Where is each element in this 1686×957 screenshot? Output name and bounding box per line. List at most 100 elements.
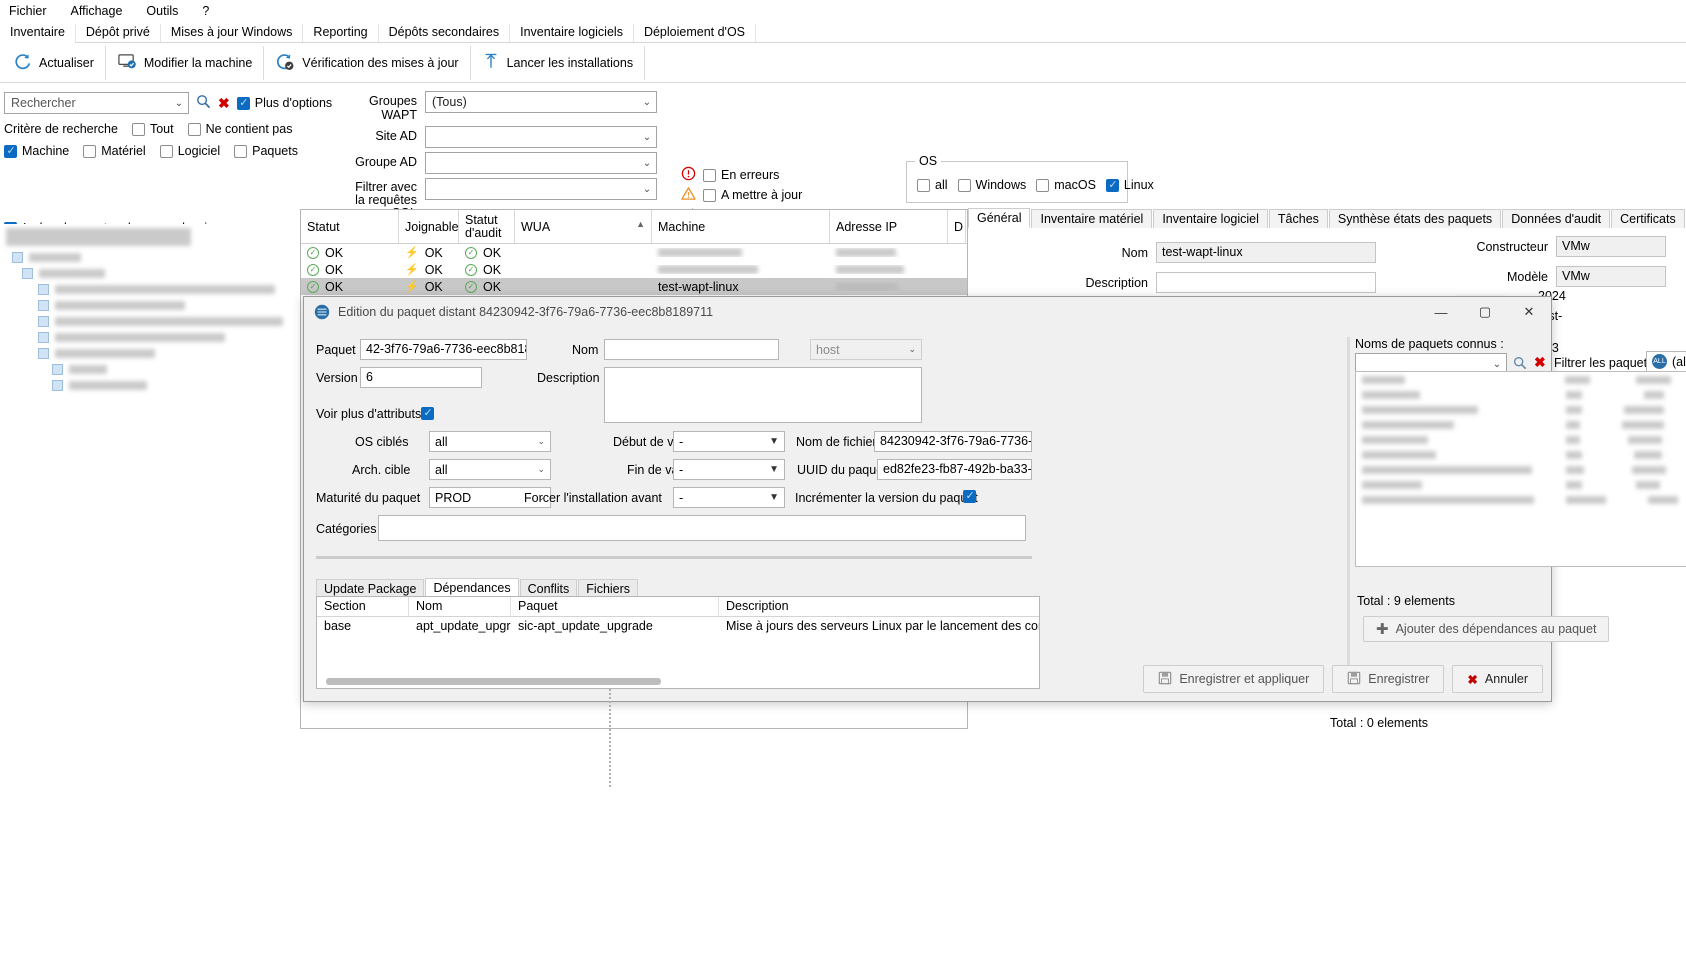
chevron-down-icon[interactable]: ⌄ <box>170 98 188 109</box>
tab-reporting[interactable]: Reporting <box>303 24 378 42</box>
tree-item[interactable] <box>12 268 292 279</box>
minimize-button[interactable]: — <box>1419 297 1463 327</box>
table-row[interactable]: ✓OK ⚡OK ✓OK test-wapt-linux <box>301 278 967 295</box>
tab-depots-secondaires[interactable]: Dépôts secondaires <box>379 24 510 42</box>
more-options-checkbox[interactable]: Plus d'options <box>237 96 332 110</box>
menu-item-affichage[interactable]: Affichage <box>68 3 126 19</box>
chevron-down-icon[interactable]: ⌄ <box>1488 359 1506 370</box>
tab-inventaire-logiciel[interactable]: Inventaire logiciel <box>1153 209 1268 228</box>
chevron-down-icon[interactable]: ⌄ <box>638 158 656 169</box>
scope-machine-checkbox[interactable]: Machine <box>4 144 69 158</box>
tab-synthese-etats-paquets[interactable]: Synthèse états des paquets <box>1329 209 1501 228</box>
filter-en-erreurs-check[interactable] <box>703 169 716 182</box>
package-type-select[interactable]: host ⌄ <box>810 339 922 360</box>
nom-field[interactable]: test-wapt-linux <box>1156 242 1376 263</box>
modele-field[interactable]: VMw <box>1556 266 1666 287</box>
tab-inventaire-logiciels[interactable]: Inventaire logiciels <box>510 24 634 42</box>
folder-tree-panel[interactable] <box>0 224 292 724</box>
known-packages-list[interactable] <box>1355 371 1686 567</box>
criteria-ne-contient-pas-checkbox[interactable]: Ne contient pas <box>188 122 293 136</box>
os-all-checkbox[interactable]: all <box>917 178 948 192</box>
os-all-check[interactable] <box>917 179 930 192</box>
scope-logiciel-checkbox[interactable]: Logiciel <box>160 144 220 158</box>
tree-item[interactable] <box>12 300 292 311</box>
chevron-down-icon[interactable]: ⌄ <box>638 184 656 195</box>
table-row[interactable]: ✓OK ⚡OK ✓OK <box>301 261 967 278</box>
column-section[interactable]: Section <box>317 597 409 616</box>
list-item[interactable] <box>1356 372 1686 387</box>
paquet-field[interactable]: 42-3f76-79a6-7736-eec8b8189711 <box>360 339 527 360</box>
tree-item[interactable] <box>12 380 292 391</box>
site-ad-select[interactable]: ⌄ <box>425 126 657 148</box>
column-wua[interactable]: WUA ▲ <box>515 210 652 243</box>
dialog-title-bar[interactable]: Edition du paquet distant 84230942-3f76-… <box>304 297 1551 327</box>
chevron-down-icon[interactable]: ⌄ <box>638 97 656 108</box>
list-item[interactable] <box>1356 462 1686 477</box>
sql-filter-select[interactable]: ⌄ <box>425 178 657 200</box>
list-item[interactable] <box>1356 432 1686 447</box>
tab-certificats[interactable]: Certificats <box>1611 209 1685 228</box>
column-statut-audit[interactable]: Statut d'audit <box>459 210 515 243</box>
tab-general[interactable]: Général <box>968 208 1030 228</box>
tree-item[interactable] <box>12 316 292 327</box>
os-linux-checkbox[interactable]: Linux <box>1106 178 1154 192</box>
launch-install-button[interactable]: Lancer les installations <box>473 46 642 80</box>
scope-materiel-checkbox[interactable]: Matériel <box>83 144 145 158</box>
debut-validite-select[interactable]: - ▼ <box>673 431 785 452</box>
os-macos-check[interactable] <box>1036 179 1049 192</box>
tree-search-field[interactable] <box>6 228 191 246</box>
os-windows-check[interactable] <box>958 179 971 192</box>
fin-validite-select[interactable]: - ▼ <box>673 459 785 480</box>
filter-a-mettre-a-jour-check[interactable] <box>703 189 716 202</box>
list-item[interactable] <box>1356 447 1686 462</box>
uuid-paquet-field[interactable]: ed82fe23-fb87-492b-ba33-f33c <box>877 459 1032 480</box>
tab-depot-prive[interactable]: Dépôt privé <box>76 24 161 42</box>
subtab-dependances[interactable]: Dépendances <box>425 578 518 598</box>
column-statut[interactable]: Statut <box>301 210 399 243</box>
table-row[interactable]: ✓OK ⚡OK ✓OK <box>301 244 967 261</box>
groupe-ad-select[interactable]: ⌄ <box>425 152 657 174</box>
column-paquet[interactable]: Paquet <box>511 597 719 616</box>
column-nom[interactable]: Nom <box>409 597 511 616</box>
os-linux-check[interactable] <box>1106 179 1119 192</box>
constructeur-field[interactable]: VMw <box>1556 236 1666 257</box>
criteria-tout-checkbox[interactable]: Tout <box>132 122 174 136</box>
description-field[interactable] <box>1156 272 1376 293</box>
description-textarea[interactable] <box>604 367 922 423</box>
horizontal-scrollbar[interactable] <box>326 678 661 685</box>
filter-en-erreurs-checkbox[interactable]: En erreurs <box>703 168 779 182</box>
search-input[interactable]: Rechercher ⌄ <box>4 92 189 114</box>
tab-inventaire[interactable]: Inventaire <box>0 24 76 42</box>
list-item[interactable] <box>1356 402 1686 417</box>
chevron-down-icon[interactable]: ▼ <box>769 436 779 447</box>
scope-machine-check[interactable] <box>4 145 17 158</box>
search-icon[interactable] <box>196 94 211 112</box>
save-button[interactable]: Enregistrer <box>1332 665 1444 693</box>
column-adresse-ip[interactable]: Adresse IP <box>830 210 948 243</box>
increment-version-check[interactable] <box>963 490 976 503</box>
chevron-down-icon[interactable]: ▼ <box>769 492 779 503</box>
dependencies-table[interactable]: Section Nom Paquet Description base apt_… <box>316 596 1040 689</box>
clear-filter-icon[interactable]: ✖ <box>1534 354 1546 371</box>
arch-cible-select[interactable]: all ⌄ <box>429 459 551 480</box>
tab-taches[interactable]: Tâches <box>1269 209 1328 228</box>
column-machine[interactable]: Machine <box>652 210 830 243</box>
nom-field[interactable] <box>604 339 779 360</box>
tree-item[interactable] <box>12 364 292 375</box>
tree-item[interactable] <box>12 332 292 343</box>
scope-materiel-check[interactable] <box>83 145 96 158</box>
chevron-down-icon[interactable]: ⌄ <box>537 464 545 475</box>
groupes-wapt-select[interactable]: (Tous) ⌄ <box>425 91 657 113</box>
tab-mises-a-jour-windows[interactable]: Mises à jour Windows <box>161 24 304 42</box>
scope-paquets-check[interactable] <box>234 145 247 158</box>
menu-item-fichier[interactable]: Fichier <box>6 3 50 19</box>
version-field[interactable]: 6 <box>360 367 482 388</box>
categories-field[interactable] <box>378 515 1026 541</box>
column-joignable[interactable]: Joignable <box>399 210 459 243</box>
tree-item[interactable] <box>12 284 292 295</box>
nom-fichier-field[interactable]: 84230942-3f76-79a6-7736-eec8b <box>874 431 1032 452</box>
check-updates-button[interactable]: Vérification des mises à jour <box>266 46 467 80</box>
menu-item-outils[interactable]: Outils <box>143 3 181 19</box>
chevron-down-icon[interactable]: ⌄ <box>638 132 656 143</box>
list-item[interactable] <box>1356 387 1686 402</box>
